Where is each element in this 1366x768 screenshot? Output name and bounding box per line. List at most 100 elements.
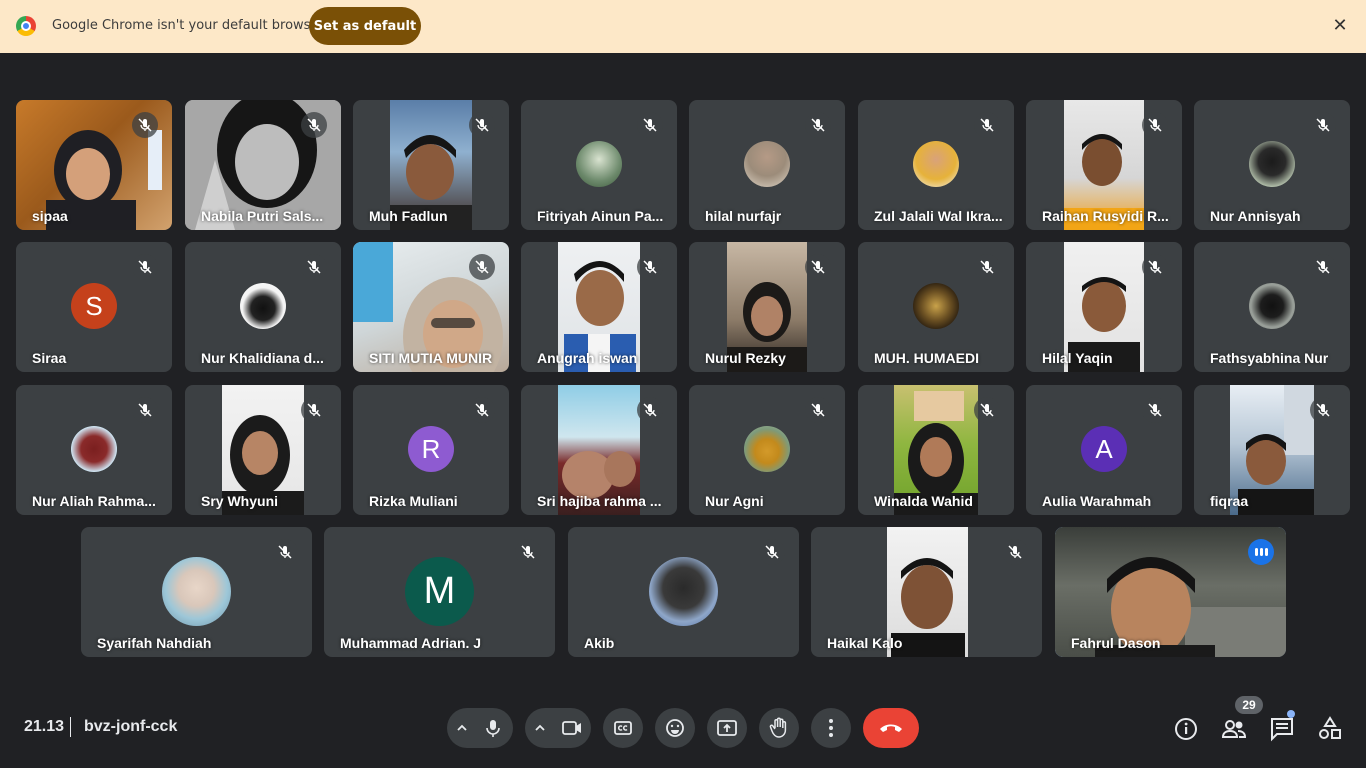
participant-tile[interactable]: Muh Fadlun xyxy=(353,100,509,230)
avatar xyxy=(576,141,622,187)
participant-tile[interactable]: S Siraa xyxy=(16,242,172,372)
mic-off-icon xyxy=(974,254,1000,280)
participant-name: Nur Annisyah xyxy=(1210,208,1301,224)
meeting-clock: 21.13 xyxy=(24,718,65,735)
reactions-button[interactable] xyxy=(655,708,695,748)
participant-tile[interactable]: Raihan Rusyidi R... xyxy=(1026,100,1182,230)
activities-icon[interactable] xyxy=(1317,716,1343,742)
participant-tile[interactable]: MUH. HUMAEDI xyxy=(858,242,1014,372)
mic-off-icon xyxy=(805,254,831,280)
participant-name: sipaa xyxy=(32,208,68,224)
chevron-up-icon[interactable] xyxy=(534,722,546,734)
video-controls xyxy=(525,708,591,748)
participant-name: Siraa xyxy=(32,350,67,366)
close-icon[interactable]: ✕ xyxy=(1330,15,1350,35)
participant-name: Raihan Rusyidi R... xyxy=(1042,208,1169,224)
participant-tile[interactable]: Zul Jalali Wal Ikra... xyxy=(858,100,1014,230)
participant-name: Aulia Warahmah xyxy=(1042,493,1152,509)
participant-name: Nur Agni xyxy=(705,493,764,509)
chevron-up-icon[interactable] xyxy=(456,722,468,734)
mic-off-icon xyxy=(1142,112,1168,138)
participant-name: Sry Whyuni xyxy=(201,493,279,509)
mic-off-icon xyxy=(1310,397,1336,423)
participant-name: Muh Fadlun xyxy=(369,208,448,224)
participant-name: MUH. HUMAEDI xyxy=(874,350,979,366)
audio-controls xyxy=(447,708,513,748)
people-icon[interactable] xyxy=(1221,716,1247,742)
participant-tile[interactable]: Nur Aliah Rahma... xyxy=(16,385,172,515)
avatar xyxy=(162,557,231,626)
participant-name: Sri hajiba rahma ... xyxy=(537,493,662,509)
participant-tile[interactable]: M Muhammad Adrian. J xyxy=(324,527,555,657)
participant-tile[interactable]: Sri hajiba rahma ... xyxy=(521,385,677,515)
participant-name: Fitriyah Ainun Pa... xyxy=(537,208,664,224)
participant-tile[interactable]: Winalda Wahid xyxy=(858,385,1014,515)
participant-name: Rizka Muliani xyxy=(369,493,458,509)
mic-off-icon xyxy=(132,397,158,423)
letter-avatar: S xyxy=(71,283,117,329)
participant-tile[interactable]: Sry Whyuni xyxy=(185,385,341,515)
avatar xyxy=(913,283,959,329)
chat-icon[interactable] xyxy=(1269,716,1295,742)
mic-off-icon xyxy=(301,397,327,423)
participant-tile[interactable]: Nabila Putri Sals... xyxy=(185,100,341,230)
avatar xyxy=(744,426,790,472)
participant-name: Nabila Putri Sals... xyxy=(201,208,324,224)
present-screen-icon xyxy=(717,720,737,736)
set-as-default-button[interactable]: Set as default xyxy=(309,7,421,45)
mic-off-icon xyxy=(637,112,663,138)
participant-tile[interactable]: Syarifah Nahdiah xyxy=(81,527,312,657)
avatar xyxy=(240,283,286,329)
participant-tile[interactable]: Nurul Rezky xyxy=(689,242,845,372)
letter-avatar: A xyxy=(1081,426,1127,472)
participant-tile[interactable]: fiqraa xyxy=(1194,385,1350,515)
participant-tile[interactable]: R Rizka Muliani xyxy=(353,385,509,515)
meeting-info-icon[interactable] xyxy=(1173,716,1199,742)
participant-tile[interactable]: sipaa xyxy=(16,100,172,230)
infobar-message: Google Chrome isn't your default browser xyxy=(52,18,324,33)
mic-off-icon xyxy=(1310,254,1336,280)
mic-off-icon xyxy=(301,112,327,138)
participant-tile[interactable]: Nur Khalidiana d... xyxy=(185,242,341,372)
mic-off-icon xyxy=(132,254,158,280)
chrome-logo-icon xyxy=(16,16,36,36)
participant-tile[interactable]: A Aulia Warahmah xyxy=(1026,385,1182,515)
participant-name: Winalda Wahid xyxy=(874,493,973,509)
mic-off-icon xyxy=(301,254,327,280)
camera-icon[interactable] xyxy=(561,718,583,738)
avatar xyxy=(744,141,790,187)
mic-off-icon xyxy=(1310,112,1336,138)
more-vert-icon xyxy=(829,719,833,737)
participant-tile[interactable]: Hilal Yaqin xyxy=(1026,242,1182,372)
mic-off-icon xyxy=(132,112,158,138)
mic-off-icon xyxy=(515,539,541,565)
captions-button[interactable] xyxy=(603,708,643,748)
avatar xyxy=(649,557,718,626)
participant-tile[interactable]: hilal nurfajr xyxy=(689,100,845,230)
more-options-button[interactable] xyxy=(811,708,851,748)
participant-name: Nurul Rezky xyxy=(705,350,786,366)
participant-name: Akib xyxy=(584,635,615,651)
mic-off-icon xyxy=(637,254,663,280)
participant-tile[interactable]: Akib xyxy=(568,527,799,657)
mic-off-icon xyxy=(469,254,495,280)
participant-tile[interactable]: Nur Agni xyxy=(689,385,845,515)
microphone-icon[interactable] xyxy=(483,718,503,738)
avatar xyxy=(71,426,117,472)
participant-tile[interactable]: Fathsyabhina Nur xyxy=(1194,242,1350,372)
participant-tile[interactable]: Anugrah iswan xyxy=(521,242,677,372)
speaking-indicator-icon xyxy=(1248,539,1274,565)
participant-tile[interactable]: Nur Annisyah xyxy=(1194,100,1350,230)
raise-hand-icon xyxy=(769,717,787,738)
participant-tile[interactable]: Haikal Kalo xyxy=(811,527,1042,657)
captions-icon xyxy=(614,721,632,735)
avatar xyxy=(1249,283,1295,329)
participant-tile-speaking[interactable]: Fahrul Dason xyxy=(1055,527,1286,657)
participant-tile[interactable]: Fitriyah Ainun Pa... xyxy=(521,100,677,230)
participant-tile[interactable]: SITI MUTIA MUNIR xyxy=(353,242,509,372)
present-screen-button[interactable] xyxy=(707,708,747,748)
mic-off-icon xyxy=(1142,397,1168,423)
raise-hand-button[interactable] xyxy=(759,708,799,748)
participant-name: Syarifah Nahdiah xyxy=(97,635,212,651)
leave-call-button[interactable] xyxy=(863,708,919,748)
